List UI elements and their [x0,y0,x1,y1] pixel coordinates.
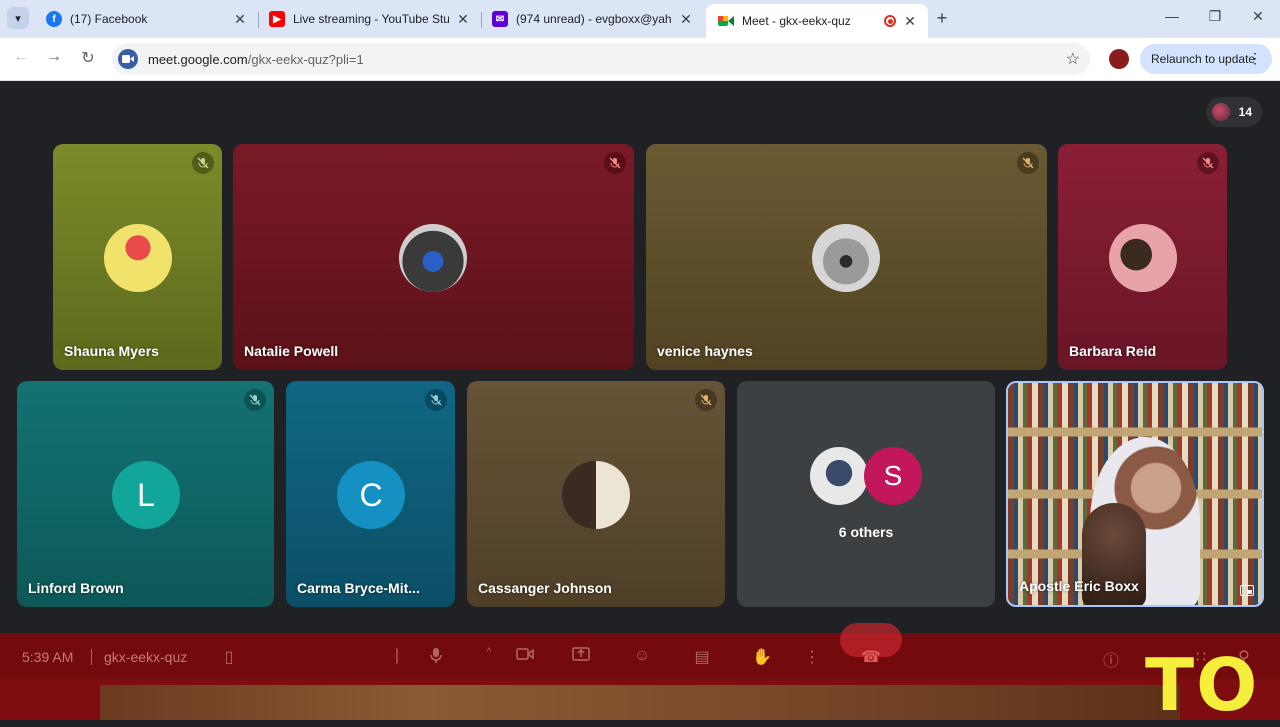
back-button[interactable]: ← [11,48,31,66]
participant-avatar [812,224,880,292]
picture-in-picture-icon[interactable] [1240,585,1254,596]
participant-avatar: C [337,461,405,529]
tab-title: (974 unread) - evgboxx@yahoo [516,12,672,26]
chevron-down-icon: ▾ [15,12,21,25]
close-window-button[interactable]: ✕ [1248,8,1268,25]
youtube-icon: ▶ [269,11,285,27]
captions-button[interactable]: ▤ [691,647,713,667]
new-tab-button[interactable]: + [932,8,952,29]
participant-tile[interactable]: Shauna Myers [53,144,222,370]
info-icon[interactable]: ⓘ [1100,647,1122,671]
mic-off-icon [604,152,626,174]
participant-name: Shauna Myers [64,343,159,359]
emoji-reaction-button[interactable]: ☺ [631,647,653,665]
url-text: meet.google.com/gkx-eekx-quz?pli=1 [148,52,364,67]
others-tile[interactable]: S 6 others [737,381,995,607]
call-controls-bar: 5:39 AM gkx-eekx-quz ▯ | ^ ☺ ▤ ✋ ⋮ ☎ ⓘ ∷… [0,623,1280,727]
participant-name: Apostle Eric Boxx [1019,578,1139,594]
close-icon[interactable]: ✕ [902,13,918,30]
participant-tile[interactable]: C Carma Bryce-Mit... [286,381,455,607]
meeting-clock: 5:39 AM [22,649,74,665]
participant-avatar [562,461,630,529]
participant-count: 14 [1238,105,1252,119]
google-meet-icon [718,13,734,29]
raise-hand-button[interactable]: ✋ [751,647,773,667]
url-host: meet.google.com [148,51,248,67]
participant-avatar [810,447,868,505]
meeting-details-icon[interactable]: ▯ [218,647,240,667]
more-vert-icon[interactable]: ⋮ [1248,50,1262,67]
participant-avatars-icon [1212,103,1230,121]
participant-avatar: S [864,447,922,505]
mic-off-icon [1197,152,1219,174]
self-view-tile[interactable]: Apostle Eric Boxx [1006,381,1264,607]
phone-hangup-icon: ☎ [861,649,881,666]
mic-off-icon [192,152,214,174]
participant-avatar: L [112,461,180,529]
stream-lower-banner [100,685,1180,720]
participant-name: Barbara Reid [1069,343,1157,359]
browser-toolbar: ← → ↻ meet.google.com/gkx-eekx-quz?pli=1… [0,38,1280,81]
tab-google-meet[interactable]: Meet - gkx-eekx-quz ✕ [706,4,928,38]
mic-options-icon[interactable]: ^ [478,647,500,658]
recording-icon [884,15,896,27]
participant-avatar [104,224,172,292]
tab-search-button[interactable]: ▾ [7,7,29,29]
participant-name: Carma Bryce-Mit... [297,580,420,596]
mic-off-icon [1017,152,1039,174]
relaunch-label: Relaunch to update [1151,52,1256,66]
close-icon[interactable]: ✕ [678,11,694,28]
bookmark-star-icon[interactable]: ☆ [1066,49,1080,69]
tab-facebook[interactable]: f (17) Facebook ✕ [34,4,258,34]
forward-button[interactable]: → [44,48,64,66]
tab-title: (17) Facebook [70,12,148,26]
avatar-initial: C [359,476,383,513]
others-count-label: 6 others [838,524,894,540]
url-path: /gkx-eekx-quz?pli=1 [247,51,364,67]
facebook-icon: f [46,11,62,27]
relaunch-button[interactable]: Relaunch to update ⋮ [1140,44,1272,74]
meet-stage: 14 Shauna Myers Natalie Powell venice ha… [0,81,1280,727]
address-bar[interactable]: meet.google.com/gkx-eekx-quz?pli=1 ☆ [112,43,1090,75]
participant-tile[interactable]: Barbara Reid [1058,144,1227,370]
maximize-button[interactable]: ❐ [1205,8,1225,25]
tab-youtube-studio[interactable]: ▶ Live streaming - YouTube Studi ✕ [257,4,481,34]
participant-name: Natalie Powell [244,343,339,359]
avatar-initial: S [883,460,903,491]
tab-strip: ▾ f (17) Facebook ✕ ▶ Live streaming - Y… [0,0,1280,38]
participants-button[interactable]: 14 [1206,97,1262,127]
microphone-button[interactable] [425,647,447,668]
participant-tile[interactable]: Cassanger Johnson [467,381,725,607]
tab-title: Meet - gkx-eekx-quz [742,14,851,28]
close-icon[interactable]: ✕ [232,11,248,28]
tab-yahoo-mail[interactable]: ✉ (974 unread) - evgboxx@yahoo ✕ [480,4,704,34]
camera-button[interactable] [514,647,536,666]
close-icon[interactable]: ✕ [455,11,471,28]
tab-title: Live streaming - YouTube Studi [293,12,449,26]
mic-off-icon [425,389,447,411]
site-info-icon[interactable] [118,49,138,69]
minimize-button[interactable]: — [1162,8,1182,24]
yahoo-mail-icon: ✉ [492,11,508,27]
reload-button[interactable]: ↻ [78,48,98,68]
meeting-code: gkx-eekx-quz [104,649,188,665]
participant-avatar [399,224,467,292]
avatar-initial: L [137,476,155,513]
profile-avatar[interactable] [1109,49,1129,69]
mic-off-icon [244,389,266,411]
present-screen-button[interactable] [570,647,592,666]
participant-name: Cassanger Johnson [478,580,612,596]
participant-tile[interactable]: L Linford Brown [17,381,274,607]
divider [91,649,92,665]
audio-levels-icon: | [394,647,400,664]
participant-name: venice haynes [657,343,753,359]
participant-avatar [1109,224,1177,292]
participant-tile[interactable]: Natalie Powell [233,144,634,370]
participant-name: Linford Brown [28,580,124,596]
mic-off-icon [695,389,717,411]
participant-tile[interactable]: venice haynes [646,144,1047,370]
more-options-button[interactable]: ⋮ [801,647,823,667]
stream-overlay-text: TO C [1145,643,1280,727]
